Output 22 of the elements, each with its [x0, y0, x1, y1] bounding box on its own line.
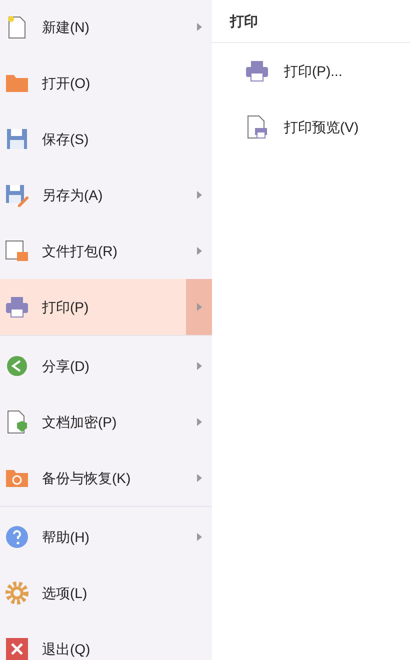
- printer-icon: [244, 58, 270, 84]
- menu-item[interactable]: 文件打包(R): [0, 223, 212, 279]
- menu-item[interactable]: 另存为(A): [0, 167, 212, 223]
- submenu-item[interactable]: 打印(P)...: [212, 43, 410, 99]
- menu-item[interactable]: 文档加密(P): [0, 394, 212, 450]
- settings-icon: [4, 580, 30, 606]
- menu-item[interactable]: 新建(N): [0, 0, 212, 55]
- menu-item[interactable]: 选项(L): [0, 565, 212, 621]
- submenu-item[interactable]: 打印预览(V): [212, 99, 410, 155]
- menu-item[interactable]: 打印(P): [0, 279, 212, 335]
- menu-item[interactable]: 备份与恢复(K): [0, 450, 212, 506]
- menu-item[interactable]: 分享(D): [0, 338, 212, 394]
- submenu-title: 打印: [230, 12, 258, 30]
- share-icon: [4, 353, 30, 379]
- package-icon: [4, 238, 30, 264]
- printer-icon: [4, 294, 30, 320]
- menu-item[interactable]: 保存(S): [0, 111, 212, 167]
- menu-item[interactable]: 打开(O): [0, 55, 212, 111]
- menu-item[interactable]: 帮助(H): [0, 509, 212, 565]
- menu-item[interactable]: 退出(Q): [0, 621, 212, 660]
- help-icon: [4, 524, 30, 550]
- floppy-disk-pencil-icon: [4, 182, 30, 208]
